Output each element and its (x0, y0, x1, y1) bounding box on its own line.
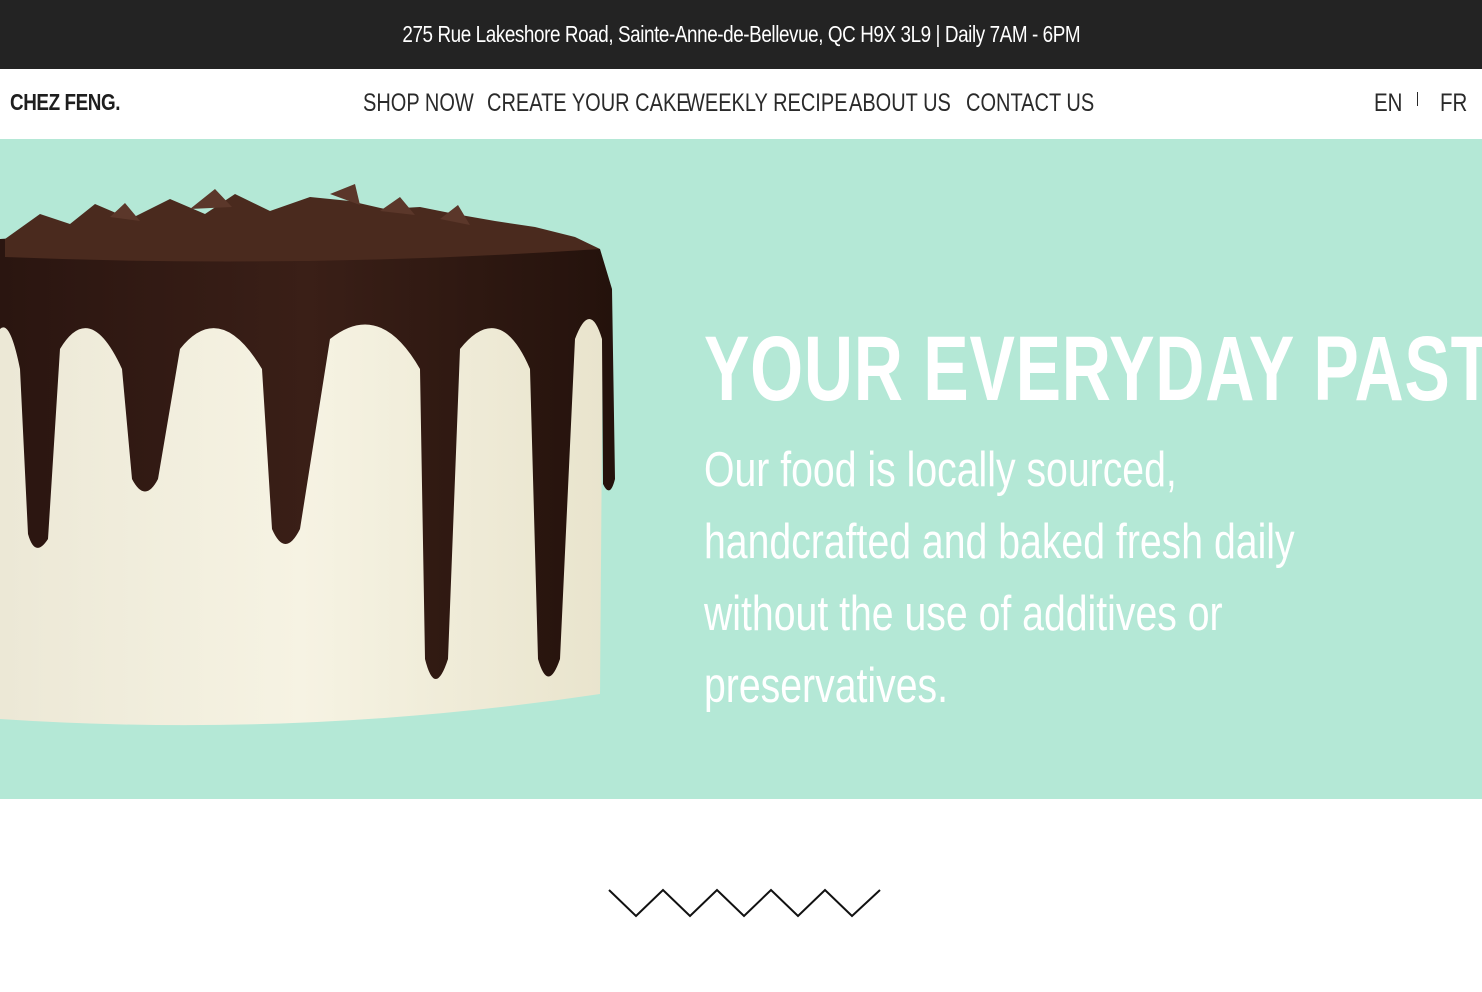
language-separator (1417, 92, 1418, 106)
nav-item-create-your-cake[interactable]: CREATE YOUR CAKE (487, 89, 690, 118)
hero-description: Our food is locally sourced, handcrafted… (704, 443, 1295, 713)
language-fr[interactable]: FR (1440, 89, 1467, 118)
site-logo[interactable]: CHEZ FENG. (10, 89, 121, 116)
nav-item-weekly-recipe[interactable]: WEEKLY RECIPE (686, 89, 848, 118)
chocolate-drip-cake-image (0, 184, 615, 726)
hero-section: YOUR EVERYDAY PASTRY Our food is locally… (0, 139, 1482, 799)
nav-item-contact-us[interactable]: CONTACT US (966, 89, 1094, 118)
main-navigation: CHEZ FENG. SHOP NOW CREATE YOUR CAKE WEE… (0, 69, 1482, 139)
nav-item-shop-now[interactable]: SHOP NOW (363, 89, 474, 118)
language-en[interactable]: EN (1374, 89, 1402, 118)
announcement-bar: 275 Rue Lakeshore Road, Sainte-Anne-de-B… (0, 0, 1482, 69)
nav-item-about-us[interactable]: ABOUT US (849, 89, 951, 118)
zigzag-divider-icon (608, 888, 881, 918)
store-address-hours: 275 Rue Lakeshore Road, Sainte-Anne-de-B… (402, 21, 1080, 47)
hero-title: YOUR EVERYDAY PASTRY (704, 318, 1482, 420)
